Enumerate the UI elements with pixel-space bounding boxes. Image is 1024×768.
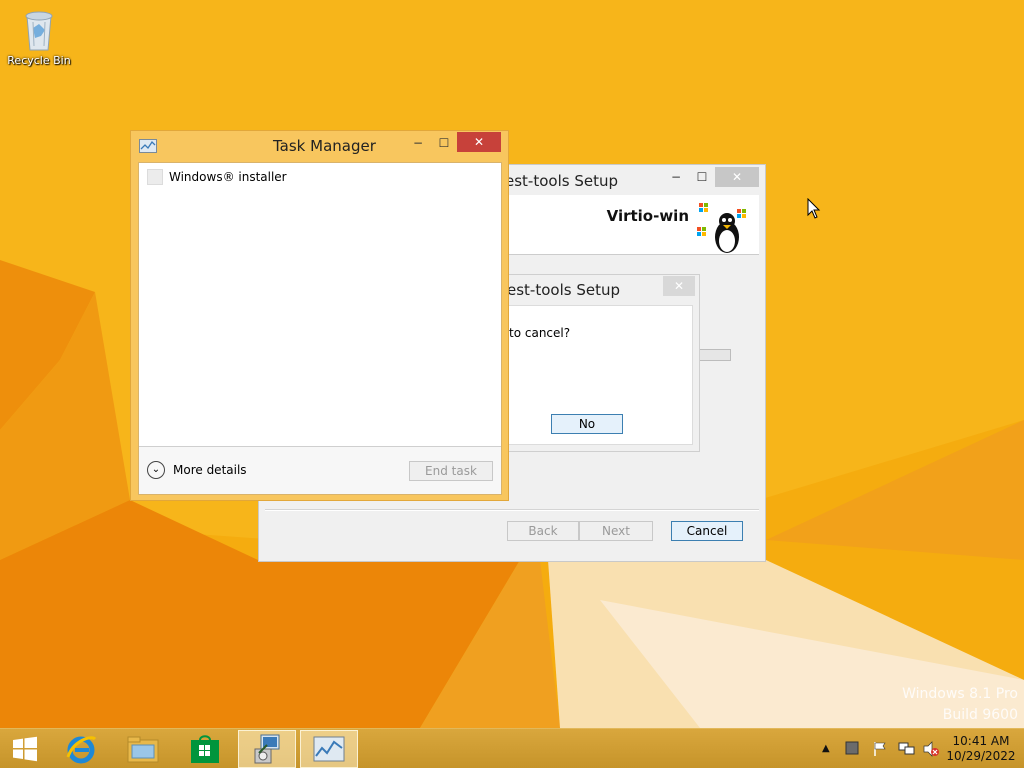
task-manager-icon [313, 736, 345, 762]
action-center-flag-icon[interactable] [872, 741, 888, 757]
tray-overflow-chevron-icon[interactable]: ▲ [822, 743, 838, 759]
list-item[interactable]: Windows® installer [147, 168, 287, 186]
store-icon [191, 735, 219, 763]
more-details-toggle[interactable]: ⌄ More details [147, 461, 247, 479]
taskbar-clock[interactable]: 10:41 AM 10/29/2022 [946, 734, 1016, 764]
next-button[interactable]: Next [579, 521, 653, 541]
task-manager-app-list: Windows® installer ⌄ More details End ta… [138, 162, 502, 495]
setup-minimize-button[interactable]: − [663, 167, 689, 187]
back-button[interactable]: Back [507, 521, 579, 541]
folder-icon [127, 736, 159, 763]
mouse-cursor-icon [807, 197, 821, 220]
internet-explorer-icon [66, 736, 97, 764]
end-task-button[interactable]: End task [409, 461, 493, 481]
taskbar-task-manager[interactable] [300, 730, 358, 768]
app-name: Windows® installer [169, 170, 287, 184]
clock-date: 10/29/2022 [946, 749, 1016, 763]
taskbar-setup-installer[interactable] [238, 730, 296, 768]
watermark-edition: Windows 8.1 Pro [902, 686, 1018, 702]
recycle-bin-icon [19, 6, 59, 52]
more-details-label: More details [173, 463, 247, 477]
task-manager-footer: ⌄ More details End task [139, 446, 501, 494]
tux-windows-logo-icon [691, 199, 751, 255]
setup-brand-text: Virtio-win [606, 207, 689, 225]
taskbar: ▲ 10:41 AM 10/29/2022 [0, 728, 1024, 768]
taskbar-internet-explorer[interactable] [52, 730, 110, 768]
installer-icon [254, 734, 280, 764]
confirm-close-button[interactable]: ✕ [663, 276, 695, 296]
task-manager-minimize-button[interactable]: − [405, 133, 431, 153]
confirm-dialog-body: to cancel? No [501, 305, 693, 445]
cancel-button[interactable]: Cancel [671, 521, 743, 541]
setup-maximize-button[interactable]: ☐ [689, 167, 715, 187]
cancel-confirm-dialog: est-tools Setup ✕ to cancel? No [500, 274, 700, 452]
taskbar-file-explorer[interactable] [114, 730, 172, 768]
confirm-dialog-title: est-tools Setup [507, 281, 620, 299]
setup-progress-bar [699, 349, 731, 361]
windows-logo-icon [13, 736, 37, 762]
setup-window-title: est-tools Setup [505, 172, 618, 190]
no-button[interactable]: No [551, 414, 623, 434]
windows-build-watermark: Windows 8.1 Pro Build 9600 [902, 684, 1018, 726]
installer-app-icon [147, 169, 163, 185]
setup-close-button[interactable]: ✕ [715, 167, 759, 187]
setup-footer-divider-highlight [265, 510, 759, 511]
taskbar-store[interactable] [176, 730, 234, 768]
task-manager-title: Task Manager [273, 137, 376, 155]
tray-keyboard-icon[interactable] [845, 741, 861, 757]
volume-muted-icon[interactable] [922, 741, 939, 757]
task-manager-app-icon [139, 139, 157, 153]
watermark-build: Build 9600 [942, 707, 1018, 723]
task-manager-close-button[interactable]: ✕ [457, 132, 501, 152]
network-icon[interactable] [898, 741, 915, 757]
task-manager-maximize-button[interactable]: ☐ [431, 133, 457, 153]
task-manager-titlebar[interactable]: Task Manager − ☐ ✕ [131, 131, 508, 161]
recycle-bin-desktop-icon[interactable]: Recycle Bin [6, 6, 72, 67]
confirm-message: to cancel? [509, 326, 571, 340]
clock-time: 10:41 AM [952, 734, 1010, 748]
chevron-down-icon: ⌄ [147, 461, 165, 479]
task-manager-window: Task Manager − ☐ ✕ Windows® installer ⌄ … [130, 130, 509, 501]
recycle-bin-label: Recycle Bin [7, 54, 71, 67]
start-button[interactable] [0, 730, 50, 768]
